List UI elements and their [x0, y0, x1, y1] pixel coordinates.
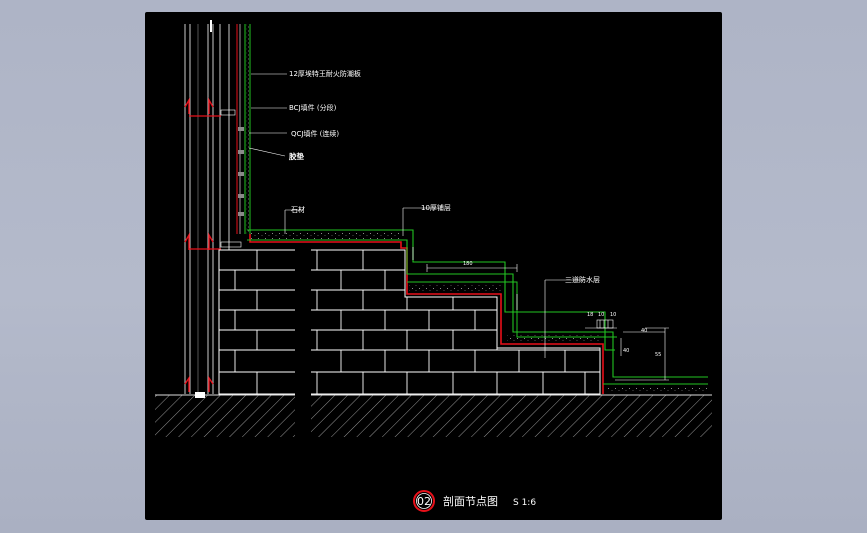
title-block: 02 剖面节点图 S 1:6 — [413, 490, 536, 512]
drawing-scale: S 1:6 — [513, 498, 536, 508]
section-drawing: 12厚埃特王耐火防潮板 BCJ填件 (分段) QCJ填件 (连续) 胶垫 石材 … — [155, 20, 712, 512]
dim-d2: 10 — [598, 312, 604, 318]
label-tile: 10厚铺层 — [421, 203, 451, 212]
drawing-tag: 02 — [417, 495, 431, 508]
label-stone: 石材 — [291, 205, 305, 214]
label-glue: 胶垫 — [289, 151, 304, 161]
label-board: 12厚埃特王耐火防潮板 — [289, 69, 361, 78]
ground-hatch — [155, 394, 712, 437]
dim-step-depth: 180 — [463, 261, 473, 267]
break-gap — [295, 234, 311, 439]
dim-d1: 18 — [587, 312, 593, 318]
masonry-wall — [218, 249, 601, 395]
dim-d5: 40 — [623, 348, 629, 354]
drawing-title: 剖面节点图 — [443, 494, 498, 508]
label-waterproof: 三道防水层 — [565, 275, 600, 284]
dim-d3: 10 — [610, 312, 616, 318]
dim-d4: 40 — [641, 328, 647, 334]
cad-drawing-canvas[interactable]: 12厚埃特王耐火防潮板 BCJ填件 (分段) QCJ填件 (连续) 胶垫 石材 … — [145, 12, 722, 520]
label-bcj: BCJ填件 (分段) — [289, 103, 337, 112]
label-qcj: QCJ填件 (连续) — [291, 129, 339, 138]
dim-height: 55 — [655, 352, 661, 358]
